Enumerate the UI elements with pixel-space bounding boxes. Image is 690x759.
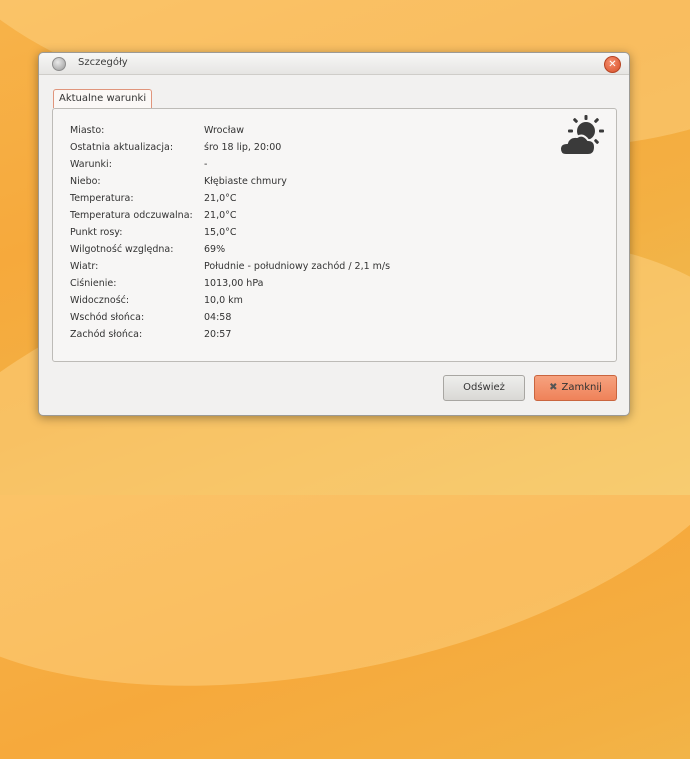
tab-current-conditions[interactable]: Aktualne warunki: [53, 89, 153, 108]
titlebar[interactable]: Szczegóły ✕: [39, 53, 629, 75]
detail-label: Punkt rosy:: [70, 227, 123, 238]
partly-cloudy-icon: [558, 115, 604, 156]
close-dialog-button[interactable]: ✖ Zamknij: [534, 375, 617, 401]
detail-value: Wrocław: [204, 125, 244, 136]
detail-value: Kłębiaste chmury: [204, 176, 287, 187]
refresh-button[interactable]: Odśwież: [443, 375, 525, 401]
detail-label: Temperatura odczuwalna:: [70, 210, 193, 221]
details-dialog: Szczegóły ✕ Aktualne warunki Miasto: Wro…: [38, 52, 630, 416]
detail-value: 10,0 km: [204, 295, 243, 306]
detail-value: 1013,00 hPa: [204, 278, 264, 289]
window-title: Szczegóły: [78, 57, 128, 68]
detail-value: Południe - południowy zachód / 2,1 m/s: [204, 261, 391, 272]
detail-label: Ostatnia aktualizacja:: [70, 142, 174, 153]
close-icon: ✖: [549, 382, 558, 393]
detail-value: 15,0°C: [204, 227, 237, 238]
window-close-button[interactable]: ✕: [604, 56, 621, 73]
detail-value: 21,0°C: [204, 193, 237, 204]
detail-label: Wilgotność względna:: [70, 244, 174, 255]
detail-label: Ciśnienie:: [70, 278, 117, 289]
detail-value: 69%: [204, 244, 226, 255]
detail-label: Wschód słońca:: [70, 312, 145, 323]
detail-label: Widoczność:: [70, 295, 130, 306]
detail-label: Niebo:: [70, 176, 101, 187]
close-icon: ✕: [608, 59, 617, 70]
tab-panel: Miasto: Wrocław Ostatnia aktualizacja: ś…: [52, 108, 617, 362]
detail-value: 04:58: [204, 312, 232, 323]
detail-value: -: [204, 159, 208, 170]
detail-label: Miasto:: [70, 125, 105, 136]
window-menu-icon[interactable]: [52, 57, 66, 71]
refresh-button-label: Odśwież: [463, 382, 505, 393]
detail-value: 21,0°C: [204, 210, 237, 221]
detail-label: Zachód słońca:: [70, 329, 143, 340]
detail-value: 20:57: [204, 329, 232, 340]
detail-label: Warunki:: [70, 159, 112, 170]
detail-value: śro 18 lip, 20:00: [204, 142, 282, 153]
detail-label: Wiatr:: [70, 261, 99, 272]
close-button-label: Zamknij: [561, 382, 602, 393]
detail-label: Temperatura:: [70, 193, 134, 204]
